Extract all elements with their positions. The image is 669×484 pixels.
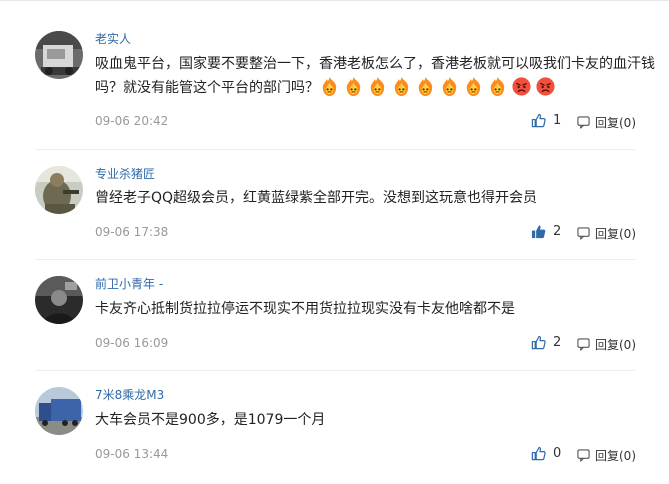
username[interactable]: 7米8乘龙M3: [95, 388, 164, 402]
username[interactable]: 老实人: [95, 32, 131, 46]
like-button[interactable]: 0: [531, 446, 561, 461]
angry-fire-icon: [439, 76, 460, 97]
angry-fire-icon: [319, 76, 340, 97]
reply-label: 回复(0): [595, 116, 636, 130]
angry-fire-icon: [463, 76, 484, 97]
angry-fire-icon: [487, 76, 508, 97]
angry-fire-icon: [391, 76, 412, 97]
like-count: 2: [553, 224, 562, 239]
like-count: 2: [553, 335, 562, 350]
reply-icon: [577, 449, 590, 462]
reply-label: 回复(0): [595, 338, 636, 352]
comment-time: 09-06 20:42: [95, 114, 169, 128]
reply-icon: [577, 227, 590, 240]
like-button[interactable]: 2: [531, 224, 561, 239]
username[interactable]: 前卫小青年 -: [95, 277, 163, 291]
comment-text: 吸血鬼平台，国家要不要整治一下，香港老板怎么了，香港老板就可以吸我们卡友的血汗钱…: [95, 52, 655, 100]
reply-label: 回复(0): [595, 227, 636, 241]
reply-button[interactable]: 回复(0): [577, 225, 636, 242]
username[interactable]: 专业杀猪匠: [95, 167, 155, 181]
comment-text: 大车会员不是900多，是1079一个月: [95, 412, 326, 428]
divider: [35, 259, 635, 260]
reply-button[interactable]: 回复(0): [577, 336, 636, 353]
angry-face-icon: [535, 76, 556, 97]
thumbs-up-filled-icon: [531, 224, 546, 239]
reply-icon: [577, 116, 590, 129]
comment-text: 卡友齐心抵制货拉拉停运不现实不用货拉拉现实没有卡友他啥都不是: [95, 301, 515, 317]
thumbs-up-icon: [531, 335, 546, 350]
avatar[interactable]: [35, 31, 83, 79]
avatar[interactable]: [35, 387, 83, 435]
reply-icon: [577, 338, 590, 351]
reply-label: 回复(0): [595, 449, 636, 463]
comment-time: 09-06 17:38: [95, 225, 169, 239]
comment-text: 曾经老子QQ超级会员，红黄蓝绿紫全部开完。没想到这玩意也得开会员: [95, 190, 538, 206]
comment-time: 09-06 13:44: [95, 447, 169, 461]
like-button[interactable]: 2: [531, 335, 561, 350]
reply-button[interactable]: 回复(0): [577, 114, 636, 131]
divider: [35, 370, 635, 371]
top-border: [0, 0, 669, 1]
like-count: 1: [553, 113, 562, 128]
angry-fire-icon: [343, 76, 364, 97]
angry-face-icon: [511, 76, 532, 97]
emoji-row: [319, 76, 559, 97]
reply-button[interactable]: 回复(0): [577, 447, 636, 464]
avatar[interactable]: [35, 166, 83, 214]
thumbs-up-icon: [531, 113, 546, 128]
angry-fire-icon: [415, 76, 436, 97]
divider: [35, 149, 635, 150]
like-button[interactable]: 1: [531, 113, 561, 128]
angry-fire-icon: [367, 76, 388, 97]
like-count: 0: [553, 446, 562, 461]
thumbs-up-icon: [531, 446, 546, 461]
avatar[interactable]: [35, 276, 83, 324]
comment-time: 09-06 16:09: [95, 336, 169, 350]
